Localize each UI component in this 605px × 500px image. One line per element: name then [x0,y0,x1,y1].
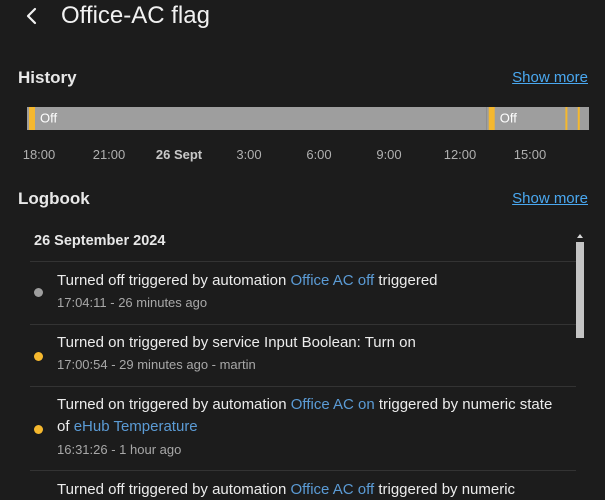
logbook-divider [30,261,576,262]
timeline-tick-label: 9:00 [376,147,402,162]
timeline-tick-label: 6:00 [306,147,332,162]
history-show-more-link[interactable]: Show more [512,69,588,86]
logbook-entry-message: Turned off triggered by automation Offic… [57,479,557,500]
logbook-divider [30,324,576,325]
logbook-divider [30,470,576,471]
scrollbar-thumb[interactable] [576,242,584,338]
state-dot-icon [34,425,43,434]
logbook-entry-time: 17:00:54 - 29 minutes ago - martin [57,357,256,372]
history-timeline[interactable]: Off Off [27,107,589,130]
history-title: History [18,68,77,87]
timeline-tick-label: 12:00 [443,147,477,162]
entity-link[interactable]: eHub Temperature [74,418,198,435]
entity-link[interactable]: Office AC on [291,396,375,413]
timeline-segment-on[interactable] [488,107,495,130]
logbook-scrollbar[interactable] [574,228,588,500]
logbook-entry-text: Turned on triggered by service Input Boo… [57,334,416,351]
logbook-entry-text: Turned on triggered by automation [57,396,291,413]
timeline-tick-label: 18:00 [22,147,56,162]
timeline-segment-on[interactable] [29,107,35,130]
entity-link[interactable]: Office AC off [290,272,374,289]
state-dot-icon [34,352,43,361]
logbook-entry-text: triggered by numeric [374,481,516,498]
timeline-tick-label: 3:00 [236,147,262,162]
state-dot-icon [34,288,43,297]
logbook-title: Logbook [18,189,90,208]
logbook-entry-message: Turned on triggered by automation Office… [57,394,557,438]
timeline-segment-on[interactable] [577,107,580,130]
page-title: Office-AC flag [61,2,210,29]
timeline-tick-label: 15:00 [513,147,547,162]
logbook-entry-text: Turned off triggered by automation [57,272,291,289]
dialog-header: Office-AC flag [0,0,605,36]
back-button[interactable] [20,4,44,28]
logbook-show-more-link[interactable]: Show more [512,190,588,207]
timeline-segment-label: Off [500,111,517,126]
logbook-entry-text: triggered [374,272,438,289]
scroll-up-arrow-icon[interactable] [577,234,583,238]
logbook-entry-time: 17:04:11 - 26 minutes ago [57,295,208,310]
logbook-list[interactable]: 26 September 2024 Turned off triggered b… [17,225,582,500]
more-info-dialog: Office-AC flag History Show more Off Off … [0,0,605,500]
logbook-entry-time: 16:31:26 - 1 hour ago [57,442,182,457]
timeline-tick-label: 21:00 [92,147,126,162]
timeline-segment-off[interactable] [27,107,487,130]
timeline-segment-label: Off [40,111,57,126]
chevron-left-icon [26,7,37,25]
timeline-segment-on[interactable] [565,107,568,130]
logbook-divider [30,386,576,387]
logbook-entry-text: Turned off triggered by automation [57,481,291,498]
entity-link[interactable]: Office AC off [290,481,374,498]
logbook-entry-message: Turned off triggered by automation Offic… [57,270,557,292]
logbook-date-header: 26 September 2024 [34,233,166,249]
logbook-entry-message: Turned on triggered by service Input Boo… [57,332,557,354]
timeline-tick-label: 26 Sept [155,147,203,162]
